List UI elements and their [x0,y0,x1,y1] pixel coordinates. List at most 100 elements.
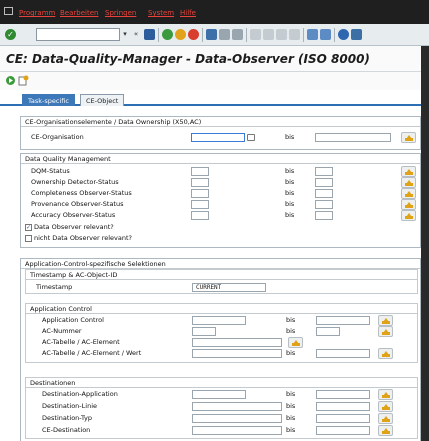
multiple-selection-icon[interactable] [401,132,416,143]
field-label: Application Control [42,316,104,324]
ownership-status-to-input[interactable] [315,178,333,187]
application-control-to-input[interactable] [316,316,370,325]
command-field[interactable] [36,28,120,41]
ac-nummer-to-input[interactable] [316,327,340,336]
timestamp-input[interactable]: CURRENT [192,283,266,292]
find-next-icon[interactable] [232,29,243,40]
back-icon[interactable] [162,29,173,40]
execute-icon[interactable] [5,75,16,86]
find-icon[interactable] [219,29,230,40]
variant-icon[interactable] [18,75,29,86]
separator [334,28,335,42]
help-icon[interactable] [338,29,349,40]
layout-icon[interactable] [351,29,362,40]
ok-icon[interactable]: ✓ [5,29,16,40]
multiple-selection-icon[interactable] [378,413,393,424]
menu-system[interactable]: System [148,9,174,17]
checkbox-label: Data Observer relevant? [34,223,114,231]
provenance-status-from-input[interactable] [191,200,209,209]
dqm-status-to-input[interactable] [315,167,333,176]
menu-bearbeiten[interactable]: Bearbeiten [60,9,98,17]
application-control-from-input[interactable] [192,316,246,325]
bis-label: bis [285,211,295,219]
ce-destination-to-input[interactable] [316,426,370,435]
bis-label: bis [286,402,296,410]
shortcut-icon[interactable] [320,29,331,40]
separator [158,28,159,42]
print-icon[interactable] [206,29,217,40]
ce-destination-from-input[interactable] [192,426,282,435]
application-toolbar [0,72,429,90]
subgroup-header: Destinationen [26,378,417,388]
group-application-control: Application-Control-spezifische Selektio… [20,258,421,441]
multiple-selection-icon[interactable] [378,401,393,412]
cancel-icon[interactable] [188,29,199,40]
bis-label: bis [286,327,296,335]
destination-typ-from-input[interactable] [192,414,282,423]
multiple-selection-icon[interactable] [378,348,393,359]
multiple-selection-icon[interactable] [378,389,393,400]
checkbox-label: nicht Data Observer relevant? [34,234,132,242]
value-help-icon[interactable] [247,134,255,141]
not-data-observer-relevant-checkbox[interactable] [25,235,32,242]
ac-tabelle-element-input[interactable] [192,338,282,347]
tab-task-specific[interactable]: Task-specific [22,94,75,106]
bis-label: bis [285,178,295,186]
menu-hilfe[interactable]: Hilfe [180,9,196,17]
last-page-icon[interactable] [289,29,300,40]
destination-linie-from-input[interactable] [192,402,282,411]
separator [303,28,304,42]
separator [246,28,247,42]
command-dropdown-icon[interactable]: ▾ [120,28,130,41]
next-page-icon[interactable] [276,29,287,40]
accuracy-status-from-input[interactable] [191,211,209,220]
subgroup-timestamp: Timestamp & AC-Object-ID Timestamp CURRE… [25,269,418,294]
multiple-selection-icon[interactable] [378,326,393,337]
ce-organisation-to-input[interactable] [315,133,391,142]
multiple-selection-icon[interactable] [401,177,416,188]
completeness-status-from-input[interactable] [191,189,209,198]
first-page-icon[interactable] [250,29,261,40]
tab-ce-object[interactable]: CE-Object [80,94,125,106]
multiple-selection-icon[interactable] [378,425,393,436]
menu-bar: Programm Bearbeiten Springen System Hilf… [0,0,429,24]
destination-application-from-input[interactable] [192,390,246,399]
ce-organisation-from-input[interactable] [191,133,245,142]
destination-linie-to-input[interactable] [316,402,370,411]
menu-programm[interactable]: Programm [19,9,55,17]
group-header: Application-Control-spezifische Selektio… [21,259,420,269]
field-label: DQM-Status [31,167,70,175]
history-icon[interactable]: « [131,28,141,41]
bis-label: bis [286,414,296,422]
bis-label: bis [285,200,295,208]
multiple-selection-icon[interactable] [378,315,393,326]
provenance-status-to-input[interactable] [315,200,333,209]
multiple-selection-icon[interactable] [401,199,416,210]
multiple-selection-icon[interactable] [401,210,416,221]
destination-typ-to-input[interactable] [316,414,370,423]
system-toolbar: ✓ ▾ « [0,24,429,46]
multiple-selection-icon[interactable] [401,188,416,199]
save-icon[interactable] [144,29,155,40]
ac-nummer-from-input[interactable] [192,327,216,336]
ac-tabelle-element-wert-from-input[interactable] [192,349,282,358]
dqm-status-from-input[interactable] [191,167,209,176]
field-label: Destination-Linie [42,402,97,410]
new-session-icon[interactable] [307,29,318,40]
window-edge [421,46,429,441]
completeness-status-to-input[interactable] [315,189,333,198]
accuracy-status-to-input[interactable] [315,211,333,220]
data-observer-relevant-checkbox[interactable]: ✓ [25,224,32,231]
window-icon[interactable] [4,7,13,15]
ownership-status-from-input[interactable] [191,178,209,187]
group-ce-organisation: CE-Organisationselemente / Data Ownershi… [20,116,421,150]
group-header: Data Quality Management [21,154,420,164]
multiple-selection-icon[interactable] [288,337,303,348]
menu-springen[interactable]: Springen [105,9,136,17]
prev-page-icon[interactable] [263,29,274,40]
exit-icon[interactable] [175,29,186,40]
destination-application-to-input[interactable] [316,390,370,399]
ac-tabelle-element-wert-to-input[interactable] [316,349,370,358]
page-title: CE: Data-Quality-Manager - Data-Observer… [6,52,370,66]
multiple-selection-icon[interactable] [401,166,416,177]
